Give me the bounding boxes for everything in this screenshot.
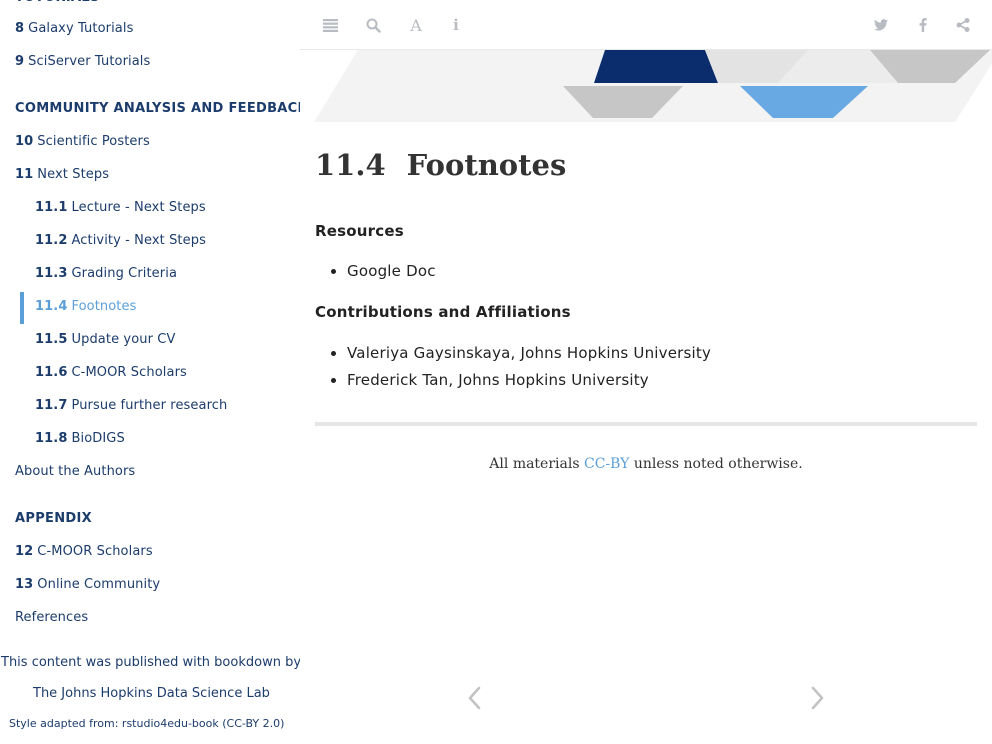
resources-list: Google Doc [347, 258, 436, 285]
next-page-icon[interactable] [808, 682, 828, 714]
sidebar: TUTORIALS 8Galaxy Tutorials 9SciServer T… [0, 0, 300, 744]
sidebar-item-label: Online Community [37, 577, 161, 592]
sidebar-item-cmoor-scholars[interactable]: 12 C-MOOR Scholars [15, 542, 153, 562]
sidebar-item-label: SciServer Tutorials [28, 54, 151, 69]
cc-by-link[interactable]: CC-BY [584, 456, 629, 472]
sidebar-item-label: C-MOOR Scholars [71, 365, 187, 380]
section-number: 11.4 [35, 299, 68, 314]
sidebar-item-next-steps[interactable]: 11 Next Steps [15, 165, 109, 185]
resource-link-google-doc[interactable]: Google Doc [347, 258, 436, 285]
font-settings-icon[interactable]: A [406, 15, 426, 35]
sidebar-subitem-cmoor-scholars[interactable]: 11.6 C-MOOR Scholars [35, 363, 187, 383]
sidebar-item-label: Update your CV [71, 332, 176, 347]
chapter-number: 9 [15, 54, 25, 69]
section-number: 11.7 [35, 398, 68, 413]
section-number: 11.8 [35, 431, 68, 446]
section-header-tutorials: TUTORIALS [15, 0, 100, 8]
chapter-number: 12 [15, 544, 34, 559]
contributors-list: Valeriya Gaysinskaya, Johns Hopkins Univ… [347, 340, 711, 394]
sidebar-item-label: Galaxy Tutorials [28, 21, 134, 36]
sidebar-item-label: Lecture - Next Steps [71, 200, 206, 215]
section-number: 11.3 [35, 266, 68, 281]
sidebar-subitem-update-cv[interactable]: 11.5 Update your CV [35, 330, 175, 350]
title-number: 11.4 [315, 148, 386, 182]
published-with-text: This content was published with bookdown… [1, 655, 300, 670]
sidebar-item-label: Next Steps [37, 167, 110, 182]
sidebar-subitem-further-research[interactable]: 11.7 Pursue further research [35, 396, 227, 416]
sidebar-subitem-activity[interactable]: 11.2 Activity - Next Steps [35, 231, 206, 251]
style-adapted-link[interactable]: Style adapted from: rstudio4edu-book (CC… [9, 717, 284, 730]
license-suffix: unless noted otherwise. [629, 456, 803, 472]
chapter-number: 13 [15, 577, 34, 592]
sidebar-subitem-footnotes[interactable]: 11.4 Footnotes [35, 297, 136, 317]
content-divider [315, 422, 977, 426]
header-banner-graphic [300, 50, 992, 125]
contributor-item: Valeriya Gaysinskaya, Johns Hopkins Univ… [347, 340, 711, 367]
share-icon[interactable] [953, 15, 973, 35]
sidebar-item-label: Footnotes [71, 299, 137, 314]
sidebar-subitem-grading[interactable]: 11.3 Grading Criteria [35, 264, 177, 284]
section-header-community: COMMUNITY ANALYSIS AND FEEDBACK [15, 101, 300, 116]
page-title: 11.4 Footnotes [315, 148, 566, 182]
sidebar-item-label: BioDIGS [71, 431, 125, 446]
sidebar-item-label: Scientific Posters [37, 134, 150, 149]
license-prefix: All materials [489, 456, 584, 472]
sidebar-item-online-community[interactable]: 13 Online Community [15, 575, 160, 595]
contributions-heading: Contributions and Affiliations [315, 303, 571, 321]
book-toolbar: A i [300, 0, 992, 50]
contributor-item: Frederick Tan, Johns Hopkins University [347, 367, 711, 394]
sidebar-subitem-lecture[interactable]: 11.1 Lecture - Next Steps [35, 198, 206, 218]
license-note: All materials CC-BY unless noted otherwi… [315, 456, 977, 472]
search-icon[interactable] [363, 15, 383, 35]
section-number: 11.6 [35, 365, 68, 380]
section-number: 11.1 [35, 200, 68, 215]
sidebar-item-sciserver-tutorials[interactable]: 9 SciServer Tutorials [15, 52, 150, 72]
resources-heading: Resources [315, 222, 404, 240]
info-icon[interactable]: i [446, 15, 466, 35]
sidebar-item-references[interactable]: References [15, 608, 88, 628]
section-number: 11.5 [35, 332, 68, 347]
sidebar-item-label: Activity - Next Steps [71, 233, 206, 248]
active-indicator [20, 292, 24, 324]
previous-page-icon[interactable] [464, 682, 484, 714]
sidebar-item-label: C-MOOR Scholars [37, 544, 153, 559]
section-number: 11.2 [35, 233, 68, 248]
sidebar-item-scientific-posters[interactable]: 10 Scientific Posters [15, 132, 150, 152]
sidebar-toggle-icon[interactable] [320, 15, 340, 35]
sidebar-item-about-authors[interactable]: About the Authors [15, 462, 135, 482]
sidebar-item-label: Grading Criteria [71, 266, 178, 281]
title-text: Footnotes [406, 148, 567, 182]
sidebar-item-galaxy-tutorials[interactable]: 8 Galaxy Tutorials [15, 19, 133, 39]
section-header-appendix: APPENDIX [15, 511, 92, 526]
chapter-number: 8 [15, 21, 25, 36]
sidebar-item-label: Pursue further research [71, 398, 228, 413]
facebook-icon[interactable] [913, 15, 933, 35]
chapter-number: 11 [15, 167, 34, 182]
twitter-icon[interactable] [871, 15, 891, 35]
chapter-number: 10 [15, 134, 34, 149]
publisher-link[interactable]: The Johns Hopkins Data Science Lab [33, 686, 270, 701]
sidebar-subitem-biodigs[interactable]: 11.8 BioDIGS [35, 429, 125, 449]
